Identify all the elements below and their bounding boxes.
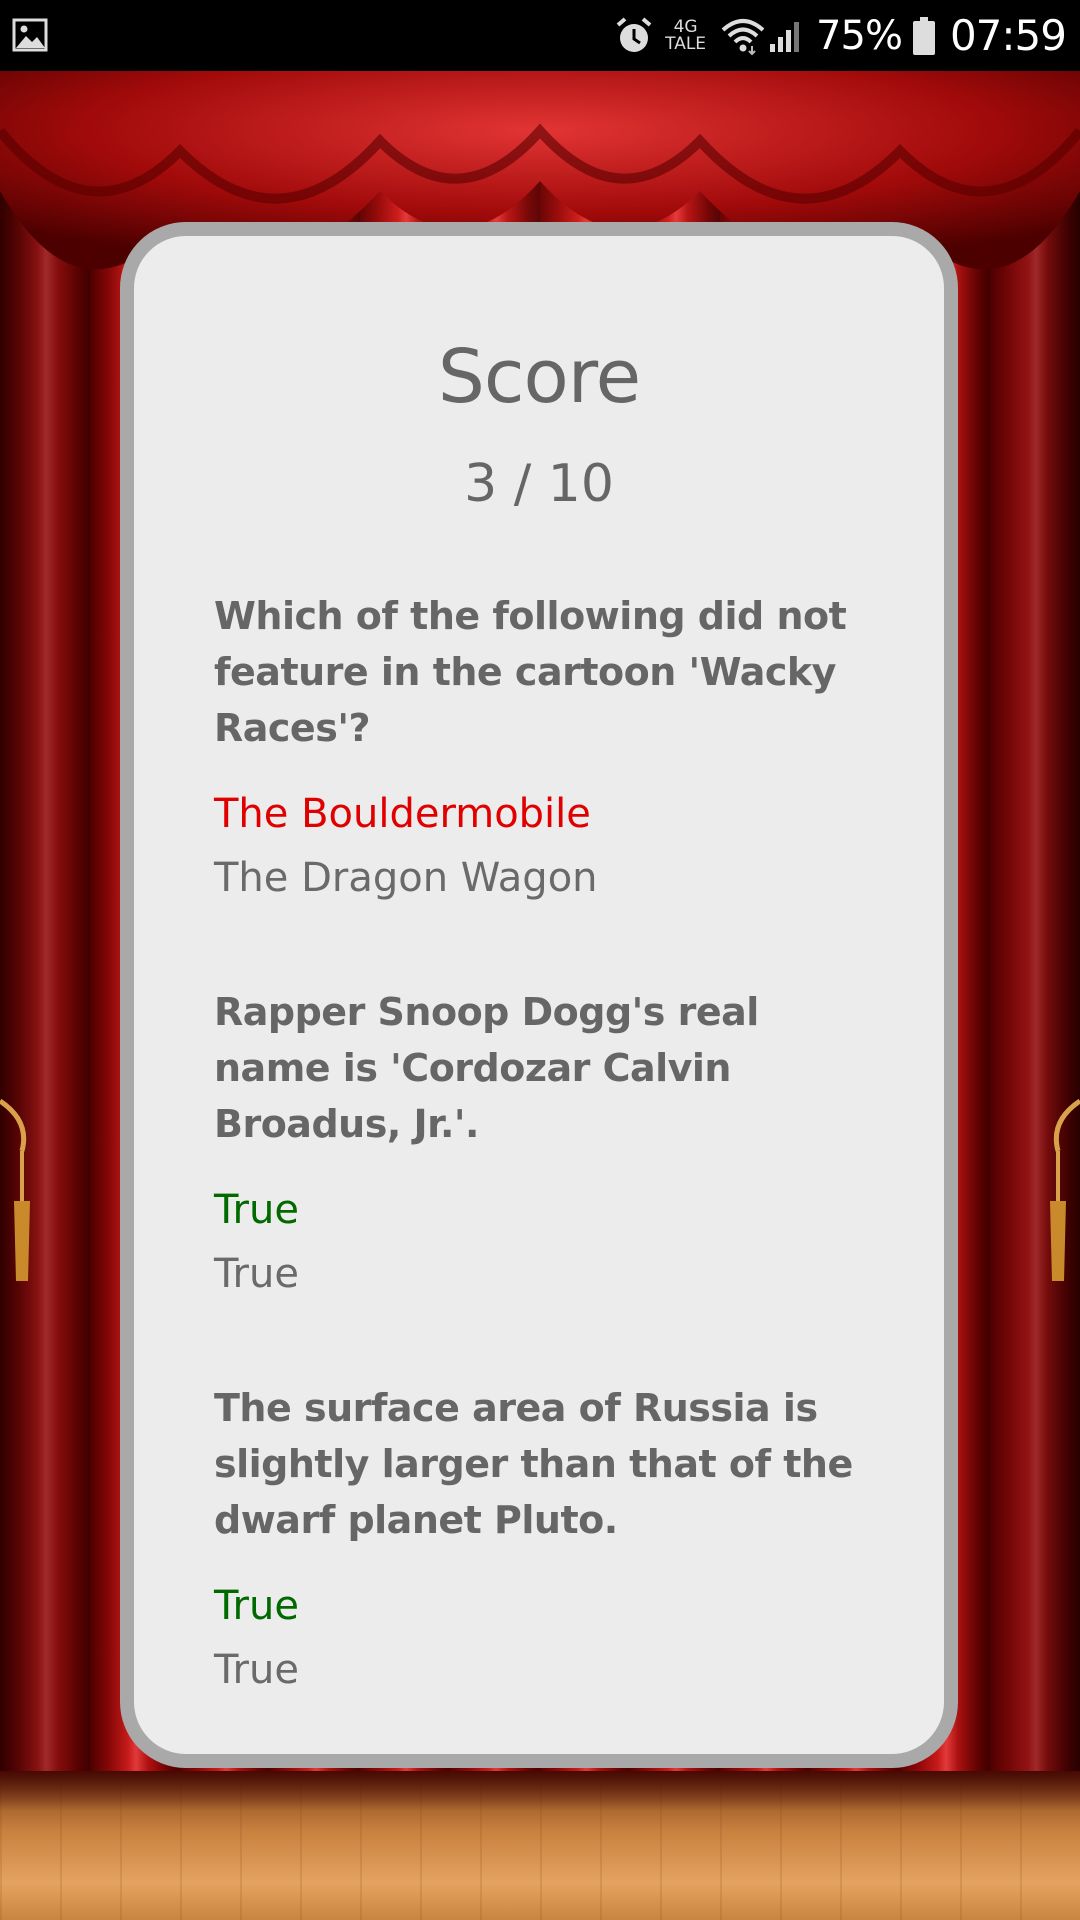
correct-answer: True bbox=[214, 1647, 299, 1693]
correct-answer: True bbox=[214, 1251, 299, 1297]
status-bar: 4G TALE 75% 07:59 bbox=[0, 0, 1080, 71]
correct-answer: The Dragon Wagon bbox=[214, 855, 598, 901]
user-answer: True bbox=[214, 1583, 299, 1629]
question-review-item: Rapper Snoop Dogg's real name is 'Cordoz… bbox=[214, 984, 854, 1306]
question-review-list: Which of the following did not feature i… bbox=[214, 588, 854, 1776]
network-indicator: 4G TALE bbox=[665, 16, 707, 54]
battery-icon bbox=[912, 16, 935, 55]
network-label: 4G bbox=[673, 16, 698, 37]
clock-time: 07:59 bbox=[949, 11, 1067, 60]
score-card: Score 3 / 10 Which of the following did … bbox=[120, 222, 958, 1768]
curtain-tieback-left bbox=[0, 1098, 30, 1281]
question-review-item: Which of the following did not feature i… bbox=[214, 588, 854, 910]
question-text: The surface area of Russia is slightly l… bbox=[214, 1386, 853, 1542]
question-text: Rapper Snoop Dogg's real name is 'Cordoz… bbox=[214, 990, 759, 1146]
battery-percent: 75% bbox=[816, 12, 903, 59]
user-answer: The Bouldermobile bbox=[214, 791, 591, 837]
score-value: 3 / 10 bbox=[464, 454, 614, 514]
network-sub-label: TALE bbox=[665, 33, 707, 54]
alarm-icon bbox=[616, 16, 652, 52]
score-title: Score bbox=[437, 334, 641, 420]
stage-floor-shadow bbox=[0, 1771, 1080, 1811]
question-review-item: The surface area of Russia is slightly l… bbox=[214, 1380, 854, 1702]
user-answer: True bbox=[214, 1187, 299, 1233]
signal-icon bbox=[770, 21, 800, 52]
gallery-icon bbox=[12, 18, 48, 52]
question-text: Which of the following did not feature i… bbox=[214, 594, 847, 750]
wifi-icon bbox=[721, 18, 765, 55]
curtain-tieback-right bbox=[1050, 1098, 1080, 1281]
